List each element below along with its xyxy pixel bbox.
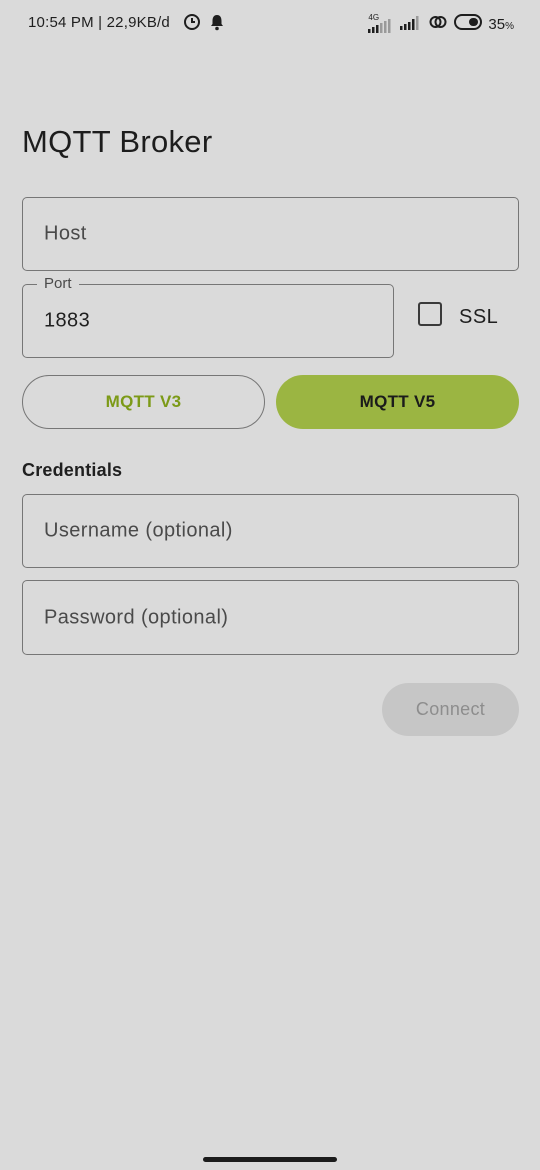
- ssl-checkbox[interactable]: [418, 302, 442, 326]
- mqtt-v3-label: MQTT V3: [105, 392, 182, 411]
- notification-bell-icon: [209, 13, 225, 36]
- username-placeholder: Username (optional): [44, 519, 233, 542]
- mqtt-v5-button[interactable]: MQTT V5: [276, 375, 519, 429]
- battery-percentage: 35%: [488, 16, 514, 33]
- ssl-label[interactable]: SSL: [459, 306, 498, 329]
- port-label: Port: [37, 275, 79, 292]
- port-field[interactable]: Port 1883: [22, 275, 394, 358]
- home-indicator[interactable]: [203, 1157, 337, 1162]
- battery-icon: [454, 14, 483, 35]
- signal-bars-icon: [400, 13, 422, 36]
- credentials-heading: Credentials: [22, 460, 123, 480]
- host-placeholder: Host: [44, 222, 87, 245]
- hotspot-link-icon: [428, 12, 448, 37]
- password-placeholder: Password (optional): [44, 606, 229, 628]
- host-field[interactable]: Host: [22, 197, 519, 271]
- connect-label: Connect: [415, 699, 486, 719]
- signal-4g-icon: 4G: [368, 13, 394, 34]
- password-field[interactable]: Password (optional): [22, 580, 519, 655]
- connect-button[interactable]: Connect: [382, 683, 519, 736]
- status-left-icons: [183, 13, 225, 36]
- status-bar: 10:54 PM | 22,9KB/d 4G 35%: [0, 0, 540, 46]
- page-title: MQTT Broker: [22, 124, 213, 159]
- status-right-icons: 4G 35%: [368, 12, 514, 37]
- port-value[interactable]: 1883: [44, 310, 90, 333]
- username-field[interactable]: Username (optional): [22, 494, 519, 568]
- status-time: 10:54 PM | 22,9KB/d: [28, 14, 170, 31]
- mqtt-v5-label: MQTT V5: [359, 392, 436, 411]
- mqtt-v3-button[interactable]: MQTT V3: [22, 375, 265, 429]
- alarm-icon: [183, 13, 201, 36]
